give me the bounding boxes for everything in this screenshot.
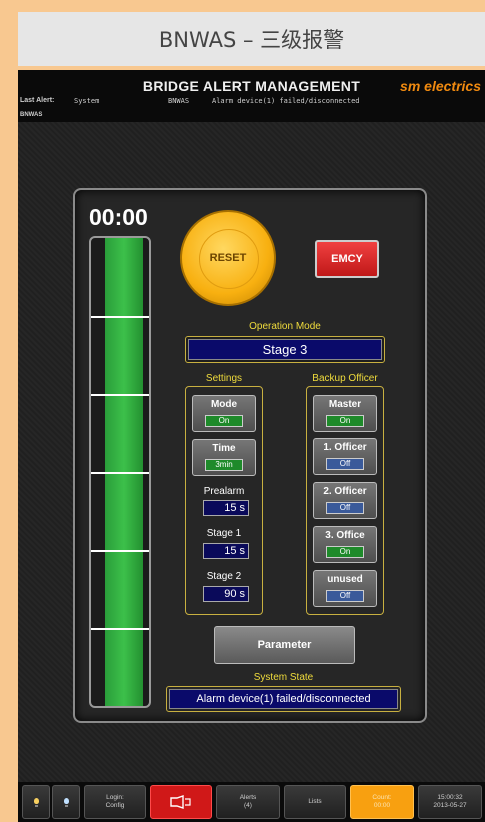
taskbar: Login: Config Alerts (4) Lists Count: 00… <box>18 782 485 822</box>
officer2-button[interactable]: 2. Officer Off <box>313 482 377 519</box>
last-alert-label: Last Alert: <box>20 97 55 104</box>
settings-label: Settings <box>205 373 243 384</box>
clock-display: 15:00:32 2013-05-27 <box>418 785 482 819</box>
clock-date: 2013-05-27 <box>433 802 467 809</box>
time-button-label: Time <box>212 443 236 454</box>
officer3-button-state: On <box>326 546 364 558</box>
module-tag: BNWAS <box>20 112 43 118</box>
login-label: Login: <box>106 794 124 802</box>
system-state-value: Alarm device(1) failed/disconnected <box>169 689 398 709</box>
stage1-value[interactable]: 15 s <box>203 543 249 559</box>
emergency-button[interactable]: EMCY <box>315 240 379 278</box>
login-button[interactable]: Login: Config <box>84 785 146 819</box>
stage1-label: Stage 1 <box>206 528 242 539</box>
operation-mode-value: Stage 3 <box>188 339 382 360</box>
operation-mode-label: Operation Mode <box>249 321 321 332</box>
stage2-label: Stage 2 <box>206 571 242 582</box>
officer2-button-state: Off <box>326 502 364 514</box>
mode-button[interactable]: Mode On <box>192 395 256 432</box>
lightbulb-stem <box>64 804 68 807</box>
alerts-count: (4) <box>244 802 252 809</box>
stage2-value[interactable]: 90 s <box>203 586 249 602</box>
unused-button-state: Off <box>326 590 364 602</box>
bargraph-tick <box>91 472 149 474</box>
alarm-mute-button[interactable] <box>150 785 212 819</box>
time-button[interactable]: Time 3min <box>192 439 256 476</box>
alerts-button[interactable]: Alerts (4) <box>216 785 280 819</box>
mode-button-label: Mode <box>210 399 238 410</box>
clock-time: 15:00:32 <box>437 794 463 802</box>
header-bar: BRIDGE ALERT MANAGEMENT sm electrics Las… <box>18 70 485 122</box>
officer2-button-label: 2. Officer <box>323 486 367 497</box>
officer1-button-state: Off <box>326 458 364 470</box>
prealarm-label: Prealarm <box>203 486 245 497</box>
last-alert-module: BNWAS <box>168 97 190 105</box>
parameter-button[interactable]: Parameter <box>214 626 355 664</box>
lists-label: Lists <box>308 798 322 806</box>
count-button[interactable]: Count: 00:00 <box>350 785 414 819</box>
brand-logo: sm electrics <box>400 78 481 94</box>
last-alert-message: Alarm device(1) failed/disconnected <box>212 97 360 105</box>
lightbulb-icon <box>33 797 39 804</box>
time-button-state: 3min <box>205 459 243 471</box>
alarm-speaker-icon <box>170 795 191 809</box>
lightbulb-icon <box>63 797 69 804</box>
count-value: 00:00 <box>373 802 391 809</box>
prealarm-value[interactable]: 15 s <box>203 500 249 516</box>
system-state-label: System State <box>253 672 314 683</box>
lists-button[interactable]: Lists <box>284 785 346 819</box>
mode-button-state: On <box>205 415 243 427</box>
officer1-button[interactable]: 1. Officer Off <box>313 438 377 475</box>
officer3-button-label: 3. Office <box>325 530 365 541</box>
unused-button[interactable]: unused Off <box>313 570 377 607</box>
window-caption: BNWAS – 三级报警 <box>18 12 485 66</box>
bnwas-panel: 00:00 RESET EMCY Operation Mode Stage 3 … <box>73 188 427 723</box>
bargraph-tick <box>91 628 149 630</box>
last-alert-row: Last Alert: System BNWAS Alarm device(1)… <box>18 97 485 109</box>
day-light-button[interactable] <box>22 785 50 819</box>
bargraph-tick <box>91 394 149 396</box>
master-button-label: Master <box>328 399 362 410</box>
login-sublabel: Config <box>105 802 125 809</box>
countdown-timer: 00:00 <box>89 204 148 230</box>
operation-mode-field: Stage 3 <box>185 336 385 363</box>
officer3-button[interactable]: 3. Office On <box>313 526 377 563</box>
lightbulb-stem <box>34 804 38 807</box>
alerts-label: Alerts <box>239 794 257 802</box>
night-light-button[interactable] <box>52 785 80 819</box>
master-button[interactable]: Master On <box>313 395 377 432</box>
master-button-state: On <box>326 415 364 427</box>
reset-button[interactable]: RESET <box>180 210 276 306</box>
unused-button-label: unused <box>327 574 363 585</box>
count-label: Count: <box>372 794 392 802</box>
reset-label: RESET <box>209 252 247 264</box>
bnwas-screen: BRIDGE ALERT MANAGEMENT sm electrics Las… <box>18 70 485 822</box>
last-alert-source: System <box>74 97 100 105</box>
timer-bargraph <box>89 236 151 708</box>
bargraph-tick <box>91 316 149 318</box>
system-state-field: Alarm device(1) failed/disconnected <box>166 686 401 712</box>
backup-officer-label: Backup Officer <box>312 373 378 384</box>
officer1-button-label: 1. Officer <box>323 442 367 453</box>
bargraph-tick <box>91 550 149 552</box>
